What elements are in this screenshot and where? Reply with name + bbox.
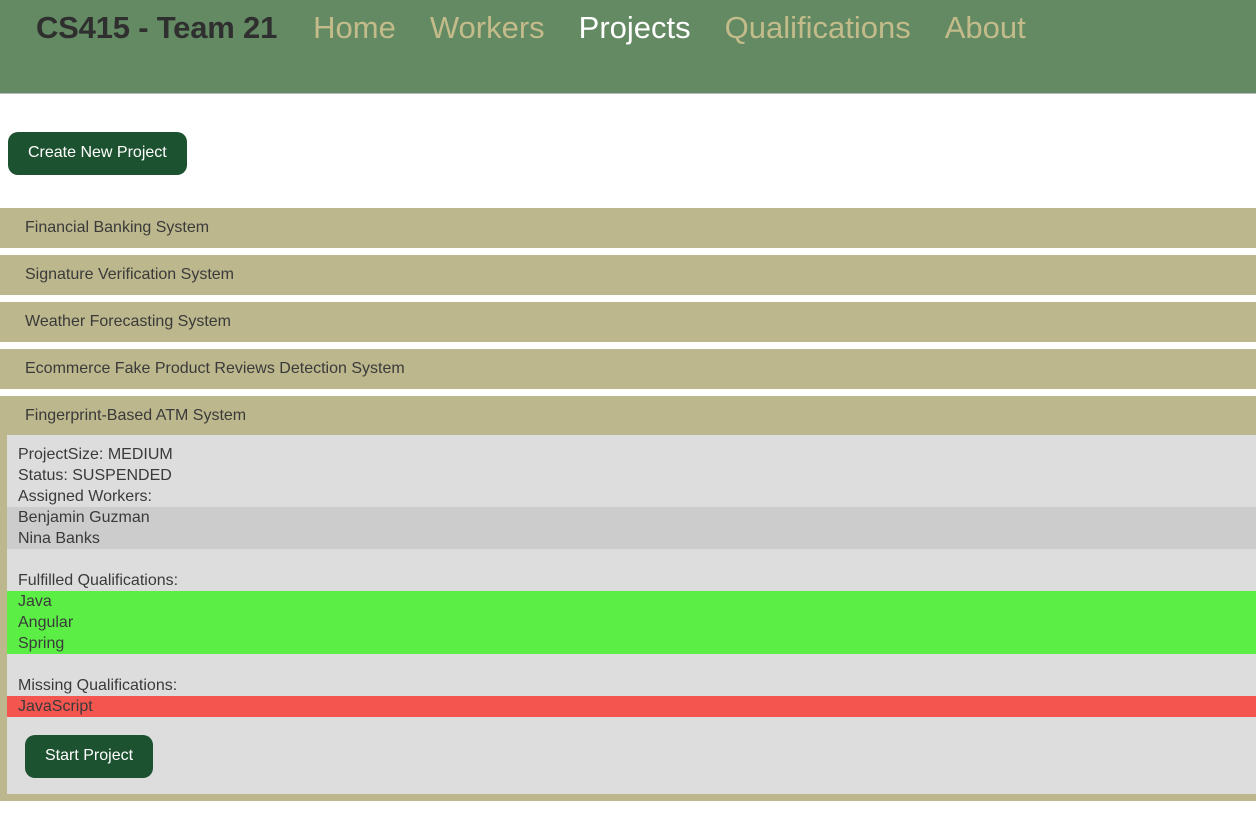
missing-qualifications-list: JavaScript — [7, 696, 1256, 717]
project-item: Financial Banking System — [0, 208, 1256, 248]
start-project-button[interactable]: Start Project — [25, 735, 154, 778]
nav-link-projects[interactable]: Projects — [579, 12, 691, 43]
project-item: Signature Verification System — [0, 255, 1256, 295]
project-header-financial-banking-system[interactable]: Financial Banking System — [0, 208, 1256, 248]
fulfilled-qualifications-list: Java Angular Spring — [7, 591, 1256, 654]
nav-link-home[interactable]: Home — [313, 12, 396, 43]
nav-link-qualifications[interactable]: Qualifications — [725, 12, 911, 43]
project-item-expanded: Fingerprint-Based ATM System ProjectSize… — [0, 396, 1256, 801]
missing-qualifications-label: Missing Qualifications: — [18, 677, 178, 694]
project-header-ecommerce-fake-product-reviews-detection-system[interactable]: Ecommerce Fake Product Reviews Detection… — [0, 349, 1256, 389]
fulfilled-qualification: Spring — [18, 635, 65, 652]
worker-name: Benjamin Guzman — [18, 509, 150, 526]
navbar: CS415 - Team 21 Home Workers Projects Qu… — [0, 0, 1256, 94]
project-status-line: Status: SUSPENDED — [18, 467, 172, 484]
main-content: Create New Project Financial Banking Sys… — [0, 94, 1256, 801]
project-detail-frame: ProjectSize: MEDIUM Status: SUSPENDED As… — [0, 435, 1256, 801]
nav-links: Home Workers Projects Qualifications Abo… — [313, 12, 1026, 43]
create-new-project-button[interactable]: Create New Project — [8, 132, 187, 175]
fulfilled-qualification: Angular — [18, 614, 74, 631]
assigned-workers-list: Benjamin Guzman Nina Banks — [7, 507, 1256, 549]
nav-link-workers[interactable]: Workers — [430, 12, 545, 43]
project-detail-panel: ProjectSize: MEDIUM Status: SUSPENDED As… — [7, 435, 1256, 794]
projects-accordion: Financial Banking System Signature Verif… — [0, 208, 1256, 801]
fulfilled-qualifications-label: Fulfilled Qualifications: — [18, 572, 179, 589]
missing-qualification: JavaScript — [18, 698, 93, 715]
brand-title[interactable]: CS415 - Team 21 — [36, 12, 277, 43]
create-project-row: Create New Project — [0, 94, 1256, 175]
fulfilled-qualification: Java — [18, 593, 52, 610]
assigned-workers-label: Assigned Workers: — [18, 488, 152, 505]
worker-name: Nina Banks — [18, 530, 100, 547]
navbar-inner: CS415 - Team 21 Home Workers Projects Qu… — [0, 12, 1026, 43]
project-size-line: ProjectSize: MEDIUM — [18, 446, 173, 463]
project-item: Ecommerce Fake Product Reviews Detection… — [0, 349, 1256, 389]
project-header-fingerprint-based-atm-system[interactable]: Fingerprint-Based ATM System — [0, 396, 1256, 435]
project-item: Weather Forecasting System — [0, 302, 1256, 342]
project-header-signature-verification-system[interactable]: Signature Verification System — [0, 255, 1256, 295]
nav-link-about[interactable]: About — [945, 12, 1026, 43]
project-header-weather-forecasting-system[interactable]: Weather Forecasting System — [0, 302, 1256, 342]
start-project-row: Start Project — [7, 717, 1256, 794]
